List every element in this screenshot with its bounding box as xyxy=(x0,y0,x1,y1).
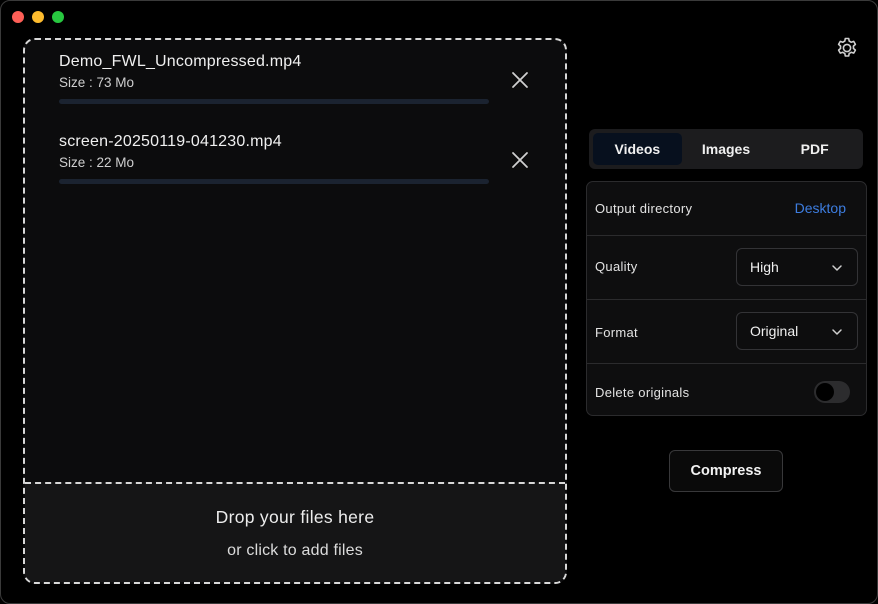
tab-images[interactable]: Images xyxy=(682,133,771,165)
quality-row: Quality High xyxy=(587,236,866,300)
app-window: Demo_FWL_Uncompressed.mp4 Size : 73 Mo s… xyxy=(0,0,878,604)
format-row: Format Original xyxy=(587,300,866,364)
output-directory-link[interactable]: Desktop xyxy=(795,200,846,216)
file-progress-bar xyxy=(59,99,489,104)
file-type-tabs: Videos Images PDF xyxy=(589,129,863,169)
tab-videos[interactable]: Videos xyxy=(593,133,682,165)
file-size: Size : 22 Mo xyxy=(59,155,135,170)
file-item: Demo_FWL_Uncompressed.mp4 Size : 73 Mo xyxy=(59,52,489,104)
delete-originals-row: Delete originals xyxy=(587,364,866,415)
settings-button[interactable] xyxy=(835,36,859,60)
compress-button[interactable]: Compress xyxy=(669,450,783,492)
file-progress-bar xyxy=(59,179,489,184)
format-select[interactable]: Original xyxy=(736,312,858,350)
toggle-knob xyxy=(816,383,834,401)
settings-panel: Output directory Desktop Quality High Fo… xyxy=(586,181,867,416)
close-icon xyxy=(512,152,528,168)
delete-originals-label: Delete originals xyxy=(595,385,690,400)
format-label: Format xyxy=(595,325,638,340)
output-directory-row: Output directory Desktop xyxy=(587,182,866,236)
output-directory-label: Output directory xyxy=(595,201,693,216)
drop-zone-title: Drop your files here xyxy=(215,507,375,527)
maximize-window-button[interactable] xyxy=(52,11,64,23)
chevron-down-icon xyxy=(832,265,842,271)
file-item: screen-20250119-041230.mp4 Size : 22 Mo xyxy=(59,132,489,184)
close-icon xyxy=(512,72,528,88)
quality-select-value: High xyxy=(750,259,779,275)
remove-file-button[interactable] xyxy=(509,149,531,171)
drop-zone[interactable]: Drop your files here or click to add fil… xyxy=(25,482,565,582)
window-controls xyxy=(12,11,64,23)
chevron-down-icon xyxy=(832,329,842,335)
format-select-value: Original xyxy=(750,323,799,339)
remove-file-button[interactable] xyxy=(509,69,531,91)
minimize-window-button[interactable] xyxy=(32,11,44,23)
delete-originals-toggle[interactable] xyxy=(814,381,850,403)
file-size: Size : 73 Mo xyxy=(59,75,135,90)
file-name: Demo_FWL_Uncompressed.mp4 xyxy=(59,53,302,70)
file-name: screen-20250119-041230.mp4 xyxy=(59,133,282,150)
quality-label: Quality xyxy=(595,259,638,274)
gear-icon xyxy=(837,37,857,57)
file-drop-panel[interactable]: Demo_FWL_Uncompressed.mp4 Size : 73 Mo s… xyxy=(23,38,567,584)
tab-pdf[interactable]: PDF xyxy=(770,133,859,165)
drop-zone-subtitle: or click to add files xyxy=(227,542,363,559)
close-window-button[interactable] xyxy=(12,11,24,23)
quality-select[interactable]: High xyxy=(736,248,858,286)
